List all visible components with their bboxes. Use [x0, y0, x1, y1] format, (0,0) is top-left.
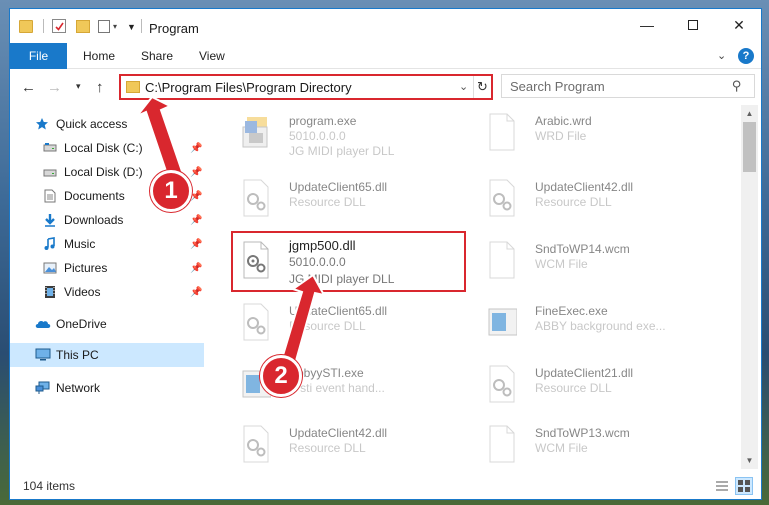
arrow-1: [136, 95, 187, 185]
step-badge-1: 1: [150, 170, 192, 212]
step-badge-2: 2: [260, 355, 302, 397]
annotation-arrows: [136, 95, 326, 377]
